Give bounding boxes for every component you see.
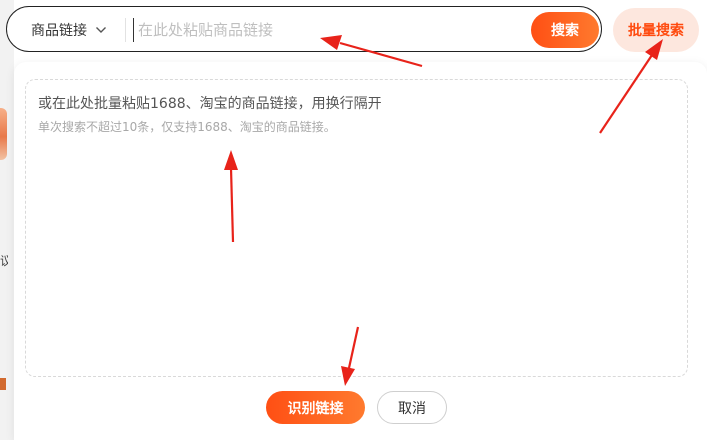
search-input[interactable] [133, 18, 528, 42]
chevron-down-icon [96, 27, 106, 33]
search-type-select[interactable]: 商品链接 [31, 19, 107, 41]
background-accent-bar [0, 378, 6, 390]
background-partial-text: 议 [0, 254, 8, 268]
cancel-button[interactable]: 取消 [377, 391, 447, 424]
batch-links-placeholder: 或在此处批量粘贴1688、淘宝的商品链接，用换行隔开 [38, 96, 382, 112]
batch-search-button[interactable]: 批量搜索 [613, 8, 699, 52]
recognize-links-button[interactable]: 识别链接 [266, 391, 365, 424]
search-divider [125, 18, 126, 42]
search-bar: 商品链接 搜索 [6, 6, 602, 52]
background-thumbnail [0, 108, 7, 160]
search-type-select-label: 商品链接 [31, 23, 87, 39]
batch-links-hint: 单次搜索不超过10条，仅支持1688、淘宝的商品链接。 [38, 120, 336, 134]
background-page [0, 0, 14, 440]
search-button[interactable]: 搜索 [531, 12, 599, 48]
